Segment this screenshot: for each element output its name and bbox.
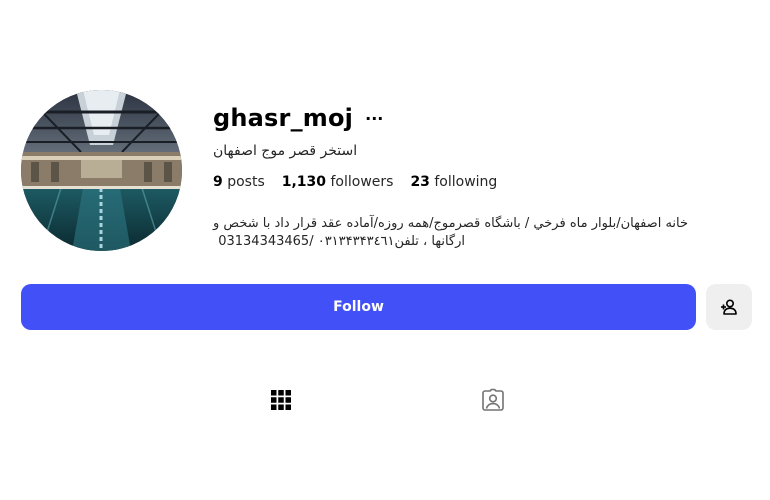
suggested-accounts-button[interactable] [706, 284, 752, 330]
stat-following-label: following [434, 174, 498, 190]
grid-icon [271, 390, 291, 410]
profile-page: ghasr_moj ··· استخر قصر موج اصفهان 9 pos… [0, 0, 770, 500]
profile-bio: خانه اصفهان/بلوار ماه فرخي / باشگاه قصرم… [213, 215, 753, 251]
stat-followers-count: 1,130 [281, 174, 327, 190]
stat-posts-label: posts [227, 174, 265, 190]
stat-followers[interactable]: 1,130 followers [282, 174, 394, 190]
stat-posts[interactable]: 9 posts [213, 174, 265, 190]
follow-button[interactable]: Follow [21, 284, 696, 330]
tagged-person-icon [482, 388, 504, 411]
add-person-icon [721, 299, 737, 315]
more-options-icon[interactable]: ··· [365, 110, 383, 127]
profile-username: ghasr_moj [213, 104, 354, 132]
profile-full-name: استخر قصر موج اصفهان [213, 143, 358, 159]
stat-following[interactable]: 23 following [410, 174, 497, 190]
stat-following-count: 23 [410, 174, 430, 190]
bio-line-1: خانه اصفهان/بلوار ماه فرخي / باشگاه قصرم… [213, 216, 689, 231]
bio-line-2: ارگانها ، تلفن۰۳۱۳۴۳۴۳٤٦۱ /03134343465 [218, 234, 465, 249]
profile-avatar[interactable] [21, 90, 182, 251]
tab-posts[interactable] [270, 389, 292, 411]
profile-stats: 9 posts 1,130 followers 23 following [213, 174, 497, 190]
avatar-image [21, 90, 182, 251]
username-row: ghasr_moj ··· [213, 104, 383, 132]
stat-posts-count: 9 [213, 174, 223, 190]
stat-followers-label: followers [330, 174, 394, 190]
tab-tagged[interactable] [481, 388, 505, 412]
